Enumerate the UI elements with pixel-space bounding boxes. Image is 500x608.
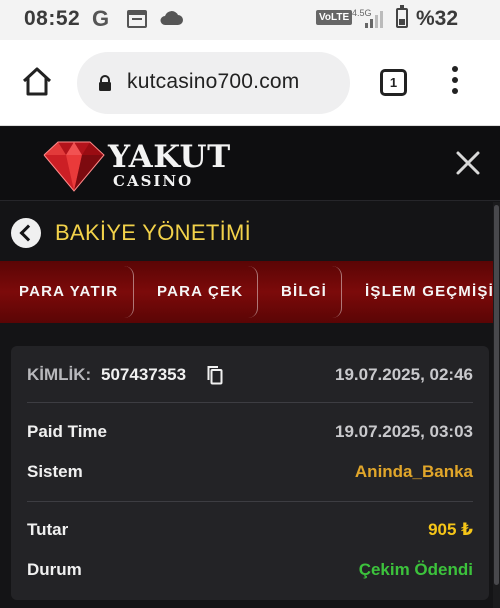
battery-percent: %32: [416, 7, 459, 30]
card-divider: [27, 402, 473, 403]
tab-divider: [332, 266, 342, 318]
tab-divider: [124, 266, 134, 318]
chevron-left-icon[interactable]: [11, 218, 41, 248]
tab-para-cek[interactable]: PARA ÇEK: [157, 283, 243, 300]
site-header: YAKUT CASINO: [0, 127, 500, 201]
id-label: KİMLİK:: [27, 365, 92, 384]
system-value: Aninda_Banka: [354, 462, 473, 481]
browser-toolbar: kutcasino700.com 1: [0, 40, 500, 126]
status-value: Çekim Ödendi: [358, 560, 473, 579]
more-vert-icon[interactable]: [448, 66, 462, 100]
address-bar[interactable]: kutcasino700.com: [77, 52, 350, 114]
system-label: Sistem: [27, 462, 83, 481]
signal-icon: [365, 11, 383, 28]
url-text: kutcasino700.com: [127, 70, 300, 93]
tab-bar: PARA YATIR PARA ÇEK BİLGİ İŞLEM GEÇMİŞİ: [0, 261, 500, 323]
transaction-id-row: KİMLİK: 507437353 19.07.2025, 02:46: [27, 365, 473, 389]
logo-text: YAKUT: [108, 139, 231, 175]
battery-icon: [396, 5, 408, 28]
paid-time-row: Paid Time 19.07.2025, 03:03: [27, 422, 473, 446]
id-value: 507437353: [101, 365, 187, 384]
cloud-icon: [160, 11, 183, 25]
card-divider: [27, 501, 473, 502]
scrollbar-thumb[interactable]: [494, 205, 499, 585]
system-row: Sistem Aninda_Banka: [27, 462, 473, 486]
tab-para-yatir[interactable]: PARA YATIR: [19, 283, 118, 300]
amount-label: Tutar: [27, 520, 69, 539]
amount-row: Tutar 905 ₺: [27, 520, 473, 544]
tab-islem-gecmisi[interactable]: İŞLEM GEÇMİŞİ: [365, 283, 494, 300]
status-label: Durum: [27, 560, 82, 579]
site-logo[interactable]: YAKUT CASINO: [40, 137, 230, 195]
copy-icon[interactable]: [207, 365, 223, 385]
created-at: 19.07.2025, 02:46: [334, 365, 473, 384]
status-row: Durum Çekim Ödendi: [27, 560, 473, 584]
amount-value: 905 ₺: [428, 520, 473, 539]
calendar-icon: [127, 10, 147, 28]
paid-time-label: Paid Time: [27, 422, 107, 441]
status-time: 08:52: [24, 7, 81, 30]
panel-header: BAKİYE YÖNETİMİ: [0, 202, 500, 260]
ruby-gem-icon: [43, 141, 105, 192]
google-icon: G: [92, 6, 110, 31]
status-bar: 08:52 G VoLTE 4.5G %32: [0, 0, 500, 40]
close-icon[interactable]: [455, 150, 481, 176]
paid-time-value: 19.07.2025, 03:03: [334, 422, 473, 441]
tab-bilgi[interactable]: BİLGİ: [281, 283, 327, 300]
page-title: BAKİYE YÖNETİMİ: [55, 220, 252, 245]
lock-icon: [99, 75, 111, 91]
logo-subtext: CASINO: [113, 172, 194, 190]
transaction-card: KİMLİK: 507437353 19.07.2025, 02:46 Paid…: [11, 346, 489, 600]
tab-switcher-button[interactable]: 1: [380, 69, 407, 96]
home-icon[interactable]: [20, 64, 54, 98]
tab-divider: [248, 266, 258, 318]
volte-badge: VoLTE: [316, 10, 353, 25]
